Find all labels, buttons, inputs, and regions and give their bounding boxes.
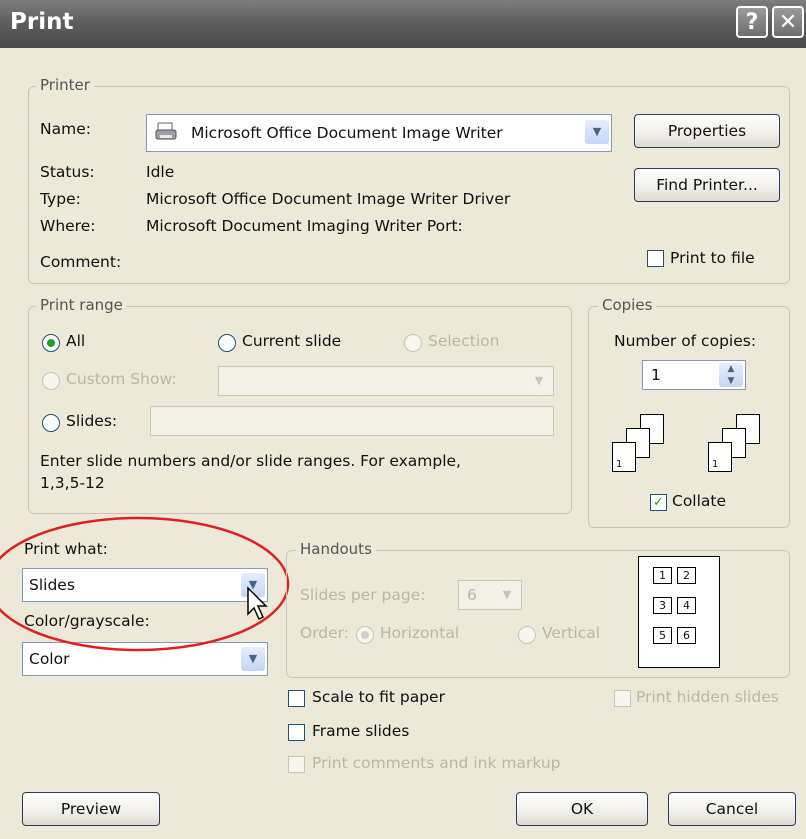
type-label: Type: xyxy=(40,190,81,208)
print-to-file-label: Print to file xyxy=(670,249,755,267)
ok-button[interactable]: OK xyxy=(516,792,648,826)
status-label: Status: xyxy=(40,163,95,181)
print-comments-checkbox[interactable] xyxy=(288,756,305,773)
all-radio[interactable] xyxy=(42,334,60,352)
printer-icon xyxy=(155,122,177,142)
slides-radio[interactable] xyxy=(42,414,60,432)
handout-cell: 5 xyxy=(653,627,672,644)
print-range-legend: Print range xyxy=(36,296,127,314)
horizontal-radio[interactable] xyxy=(356,626,374,644)
annotation-ellipse xyxy=(0,516,290,652)
frame-slides-label: Frame slides xyxy=(312,722,410,740)
print-to-file-checkbox[interactable] xyxy=(647,250,664,267)
annotation-ellipse-shape xyxy=(0,516,290,652)
copies-value: 1 xyxy=(651,366,661,384)
cancel-button[interactable]: Cancel xyxy=(668,792,796,826)
all-label: All xyxy=(66,332,86,350)
chevron-down-icon[interactable]: ▼ xyxy=(585,120,609,144)
spinner-arrows-icon[interactable]: ▲ ▼ xyxy=(719,363,743,387)
help-text-line-2: 1,3,5-12 xyxy=(40,474,105,492)
scale-to-fit-checkbox[interactable] xyxy=(288,690,305,707)
order-label: Order: xyxy=(300,624,349,642)
title-bar[interactable]: Print ? ✕ xyxy=(0,0,806,48)
printer-name-value: Microsoft Office Document Image Writer xyxy=(191,124,503,142)
radio-selected-dot xyxy=(361,631,369,639)
slides-per-page-select[interactable]: 6 ▼ xyxy=(458,580,522,610)
where-value: Microsoft Document Imaging Writer Port: xyxy=(146,217,463,235)
find-printer-button[interactable]: Find Printer... xyxy=(634,168,780,202)
slides-per-page-value: 6 xyxy=(467,586,477,604)
close-button[interactable]: ✕ xyxy=(772,6,804,38)
print-comments-label: Print comments and ink markup xyxy=(312,754,561,772)
frame-slides-checkbox[interactable] xyxy=(288,724,305,741)
help-text-line-1: Enter slide numbers and/or slide ranges.… xyxy=(40,452,461,470)
scale-to-fit-label: Scale to fit paper xyxy=(312,688,445,706)
custom-show-radio[interactable] xyxy=(42,372,60,390)
slides-per-page-label: Slides per page: xyxy=(300,586,426,604)
copies-legend: Copies xyxy=(598,296,657,314)
chevron-down-icon[interactable]: ▼ xyxy=(527,369,551,393)
handout-cell: 1 xyxy=(653,567,672,584)
slides-label: Slides: xyxy=(66,412,118,430)
chevron-down-icon[interactable]: ▼ xyxy=(495,583,519,607)
print-hidden-label: Print hidden slides xyxy=(636,688,779,706)
selection-radio[interactable] xyxy=(404,334,422,352)
properties-button[interactable]: Properties xyxy=(634,114,780,148)
slides-input[interactable] xyxy=(150,406,554,436)
vertical-radio[interactable] xyxy=(518,626,536,644)
dialog-title: Print xyxy=(10,9,74,35)
where-label: Where: xyxy=(40,217,96,235)
number-of-copies-label: Number of copies: xyxy=(614,332,757,350)
page-icon: 1 xyxy=(612,442,636,472)
handout-preview: 1 2 3 4 5 6 xyxy=(638,556,720,668)
custom-show-select[interactable]: ▼ xyxy=(218,366,554,396)
handout-cell: 6 xyxy=(677,627,696,644)
printer-name-select[interactable]: Microsoft Office Document Image Writer ▼ xyxy=(146,114,612,152)
comment-label: Comment: xyxy=(40,253,122,271)
printer-legend: Printer xyxy=(36,76,94,94)
collate-label: Collate xyxy=(672,492,727,510)
selection-label: Selection xyxy=(428,332,500,350)
page-icon: 1 xyxy=(708,442,732,472)
horizontal-label: Horizontal xyxy=(380,624,460,642)
radio-selected-dot xyxy=(47,339,55,347)
vertical-label: Vertical xyxy=(542,624,601,642)
current-slide-radio[interactable] xyxy=(218,334,236,352)
handout-cell: 4 xyxy=(677,597,696,614)
type-value: Microsoft Office Document Image Writer D… xyxy=(146,190,511,208)
help-button[interactable]: ? xyxy=(736,6,768,38)
status-value: Idle xyxy=(146,163,175,181)
copies-spinner[interactable]: 1 ▲ ▼ xyxy=(642,360,746,390)
handouts-legend: Handouts xyxy=(296,540,376,558)
preview-button[interactable]: Preview xyxy=(22,792,160,826)
print-dialog: Print ? ✕ Printer Name: Microsoft Office… xyxy=(0,0,806,839)
print-hidden-checkbox[interactable] xyxy=(614,690,631,707)
handout-cell: 3 xyxy=(653,597,672,614)
collate-checkbox[interactable]: ✓ xyxy=(650,494,667,511)
handout-cell: 2 xyxy=(677,567,696,584)
printer-name-label: Name: xyxy=(40,120,91,138)
custom-show-label: Custom Show: xyxy=(66,370,177,388)
current-slide-label: Current slide xyxy=(242,332,342,350)
